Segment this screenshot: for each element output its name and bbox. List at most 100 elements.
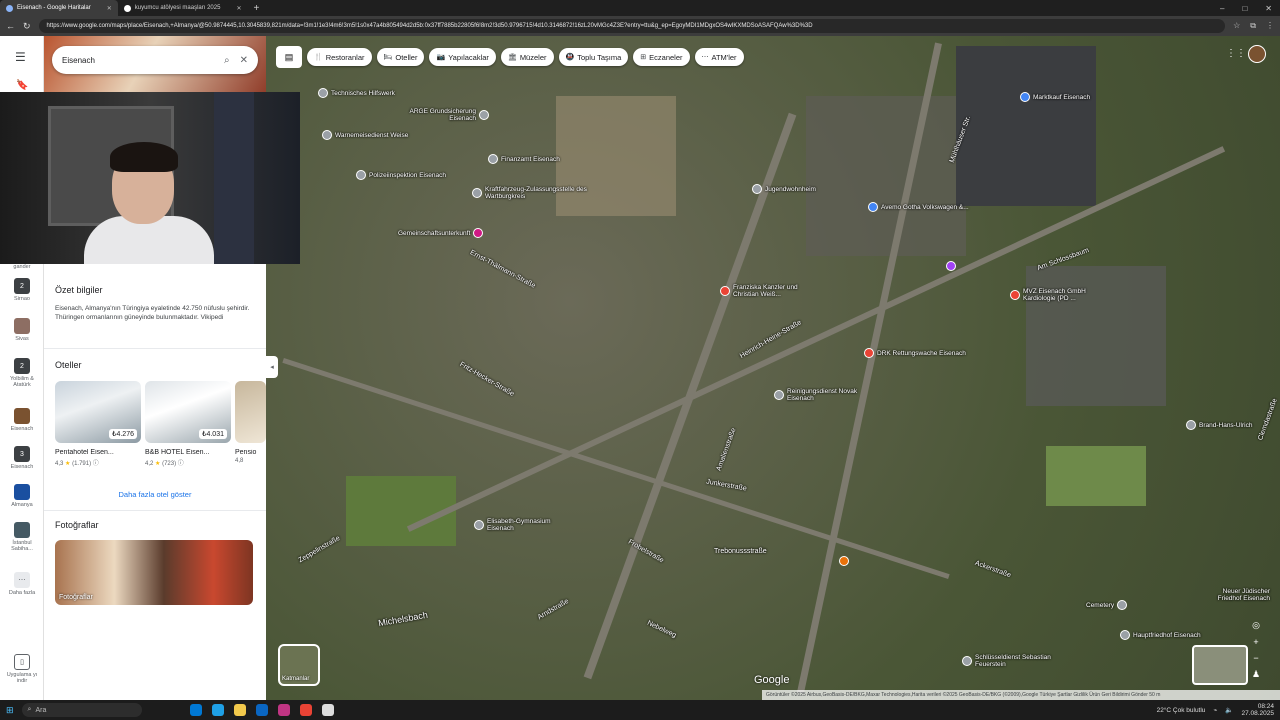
poi-marker[interactable]: Kraftfahrzeug-Zulassungsstelle des Wartb…	[472, 186, 615, 200]
folder-icon[interactable]	[233, 704, 246, 716]
poi-marker[interactable]: Schlüsseldienst Sebastian Feuerstein	[962, 654, 1065, 668]
edge-icon[interactable]	[211, 704, 224, 716]
hotel-price: ₺4.031	[199, 429, 227, 439]
menu-icon[interactable]: ☰	[15, 50, 26, 64]
activities-icon: 📷	[436, 54, 446, 61]
reload-icon[interactable]: ↻	[23, 21, 31, 32]
poi-marker[interactable]: Gemeinschaftsunterkunft	[398, 228, 484, 238]
hotel-card[interactable]: ₺4.031 B&B HOTEL Eisen... 4,2 ★ (723) ⓘ	[145, 381, 231, 467]
avatar[interactable]	[1248, 45, 1266, 63]
new-tab-button[interactable]: +	[247, 3, 265, 14]
maximize-button[interactable]: □	[1242, 4, 1247, 13]
taskbar-search[interactable]: ⌕ Ara	[21, 703, 142, 717]
poi-marker[interactable]: Avemo Gotha Volkswagen &...	[868, 202, 969, 212]
more-hotels-link[interactable]: Daha fazla otel göster	[44, 490, 266, 499]
rail-item-yolbilim[interactable]: 2 Yolbilim & Atatürk	[4, 358, 40, 388]
hotel-card[interactable]: Pensio 4,8	[235, 381, 266, 464]
street-view-thumbnail[interactable]	[1192, 645, 1248, 685]
photos-gallery[interactable]: Fotoğraflar	[55, 540, 253, 605]
poi-marker[interactable]: Brand-Hans-Ulrich	[1186, 420, 1252, 430]
close-icon[interactable]: ✕	[240, 55, 248, 66]
chip-hotels[interactable]: 🛏 Oteller	[376, 48, 425, 66]
rail-item-sirnao[interactable]: 2 Sirnao	[4, 278, 40, 302]
poi-marker[interactable]: Elisabeth-Gymnasium Eisenach	[474, 518, 577, 532]
weather-widget[interactable]: 22°C Çok bulutlu	[1157, 707, 1206, 714]
rail-item-get-app[interactable]: ▯ Uygulama yı indir	[4, 654, 40, 684]
network-icon[interactable]: ⌁	[1213, 706, 1217, 714]
poi-marker[interactable]: Technisches Hilfswerk	[318, 88, 395, 98]
poi-marker[interactable]: DRK Rettungswache Eisenach	[864, 348, 966, 358]
rail-item-istanbul[interactable]: İstanbul Sabiha...	[4, 522, 40, 552]
rail-item-more[interactable]: ⋯ Daha fazla	[4, 572, 40, 596]
instagram-icon[interactable]	[277, 704, 290, 716]
chip-activities[interactable]: 📷 Yapılacaklar	[429, 48, 496, 66]
layers-button[interactable]: Katmanlar	[278, 644, 320, 686]
zoom-in-button[interactable]: +	[1253, 637, 1258, 647]
pegman-icon[interactable]: ♟	[1252, 669, 1260, 680]
address-icons: ☆ ⧉ ⋮	[1233, 21, 1274, 31]
explorer-icon[interactable]	[189, 704, 202, 716]
hotel-card[interactable]: ₺4.276 Pentahotel Eisen... 4,3 ★ (1.791)…	[55, 381, 141, 467]
star-icon[interactable]: ☆	[1233, 21, 1240, 31]
layers-toggle-button[interactable]: ▤	[276, 46, 302, 68]
chip-museums[interactable]: 🏛 Müzeler	[500, 48, 554, 66]
volume-icon[interactable]: 🔈	[1225, 706, 1233, 714]
chip-transit[interactable]: 🚇 Toplu Taşıma	[558, 48, 629, 66]
back-icon[interactable]: ←	[6, 21, 15, 31]
poi-marker[interactable]: Polizeiinspektion Eisenach	[356, 170, 446, 180]
notepad-icon[interactable]	[321, 704, 334, 716]
poi-marker[interactable]: Warnemeisedienst Weise	[322, 130, 408, 140]
minimize-button[interactable]: –	[1220, 4, 1224, 13]
outlook-icon[interactable]	[255, 704, 268, 716]
poi-marker[interactable]: Neuer Jüdischer Friedhof Eisenach	[1210, 588, 1270, 602]
tab-eisenach[interactable]: Eisenach - Google Haritalar ✕	[0, 0, 118, 16]
rail-item-almanya[interactable]: Almanya	[4, 484, 40, 508]
rail-item-eisenach[interactable]: Eisenach	[4, 408, 40, 432]
close-tab-icon[interactable]: ✕	[236, 5, 241, 12]
url-field[interactable]: https://www.google.com/maps/place/Eisena…	[38, 19, 1226, 33]
rail-item-gander[interactable]: gander	[4, 264, 40, 270]
close-tab-icon[interactable]: ✕	[107, 5, 112, 12]
poi-marker[interactable]: Reinigungsdienst Novak Eisenach	[774, 388, 877, 402]
poi-marker[interactable]	[839, 556, 849, 566]
place-marker-icon	[322, 130, 332, 140]
poi-marker[interactable]: Marktkauf Eisenach	[1020, 92, 1090, 102]
poi-marker[interactable]: Hauptfriedhof Eisenach	[1120, 630, 1201, 640]
poi-marker[interactable]: MVZ Eisenach GmbH Kardiologie (PD ...	[1010, 288, 1113, 302]
poi-marker[interactable]: ARGE Grundsicherung Eisenach	[386, 108, 489, 122]
chip-atms[interactable]: ⋯ ATM'ler	[694, 48, 744, 66]
google-apps-icon[interactable]: ⋮⋮	[1226, 48, 1246, 59]
hotel-image	[235, 381, 266, 443]
wikipedia-link[interactable]: Vikipedi	[201, 314, 224, 321]
satellite-map[interactable]: Ernst-Thälmann-Straße Fritz-Hecker-Straß…	[266, 36, 1280, 700]
cemetery-marker-icon	[1117, 600, 1128, 610]
chrome-icon[interactable]	[299, 704, 312, 716]
close-window-button[interactable]: ✕	[1265, 4, 1272, 13]
rail-item-eisenach-2[interactable]: 3 Eisenach	[4, 446, 40, 470]
tab-kuyumcu[interactable]: kuyumcu atölyesi maaşları 2025 ✕	[118, 0, 248, 16]
recent-place-icon	[14, 318, 30, 334]
poi-marker[interactable]: Jugendwohnheim	[752, 184, 816, 194]
star-icon: ★	[65, 461, 71, 467]
poi-marker[interactable]: Cemetery	[1086, 600, 1128, 610]
rail-item-sivas[interactable]: Sivas	[4, 318, 40, 342]
zoom-out-button[interactable]: −	[1253, 653, 1258, 663]
search-icon[interactable]: ⌕	[224, 55, 230, 66]
menu-icon[interactable]: ⋮	[1266, 21, 1274, 31]
hotel-name: Pensio	[235, 449, 257, 456]
poi-marker[interactable]: Finanzamt Eisenach	[488, 154, 560, 164]
windows-start-icon[interactable]: ⊞	[6, 705, 14, 716]
divider	[44, 510, 266, 511]
chip-pharmacies[interactable]: ⊞ Eczaneler	[633, 48, 690, 66]
my-location-icon[interactable]: ◎	[1252, 620, 1260, 631]
collapse-panel-button[interactable]: ◂	[266, 356, 278, 378]
chevron-left-icon: ◂	[270, 364, 274, 371]
place-marker-icon	[479, 110, 489, 120]
poi-marker[interactable]	[946, 261, 956, 271]
extensions-icon[interactable]: ⧉	[1250, 21, 1256, 31]
saved-icon[interactable]: 🔖	[16, 80, 28, 91]
poi-marker[interactable]: Franziska Kanzler und Christian Weiß...	[720, 284, 823, 298]
search-input[interactable]	[62, 55, 214, 65]
chip-restaurants[interactable]: 🍴 Restoranlar	[307, 48, 372, 66]
clock[interactable]: 08:24 27.08.2025	[1241, 703, 1274, 717]
